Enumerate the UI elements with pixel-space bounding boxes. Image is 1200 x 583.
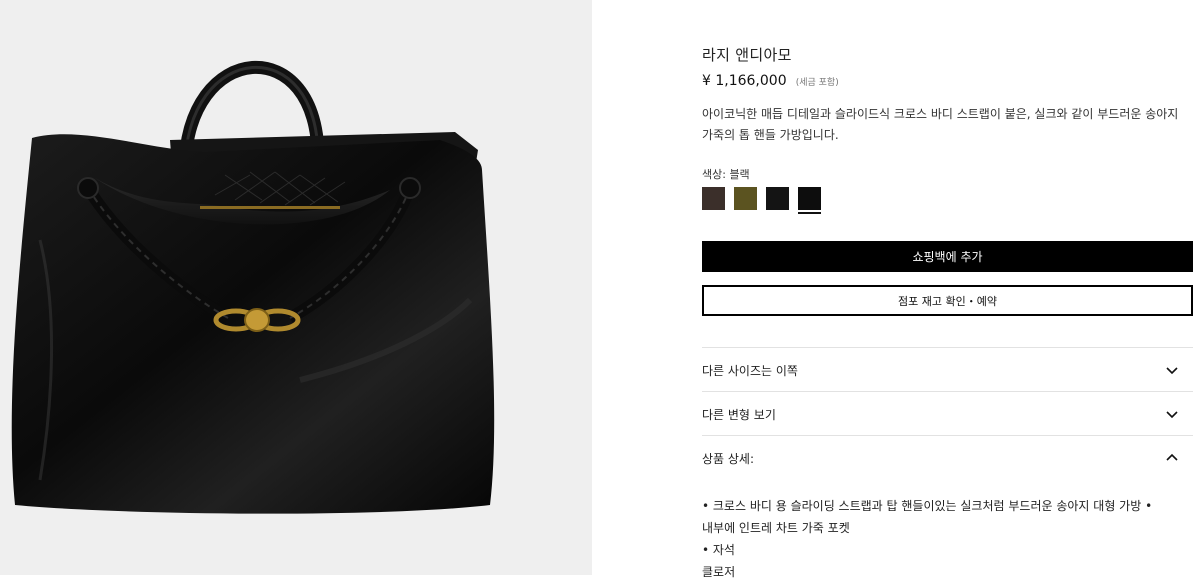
details-line: • 자석 — [702, 543, 735, 557]
product-price: ¥ 1,166,000 — [702, 73, 787, 89]
chevron-up-icon — [1166, 453, 1178, 461]
details-line: 클로저 — [702, 565, 736, 579]
product-description: 아이코닉한 매듭 디테일과 슬라이드식 크로스 바디 스트랩이 붙은, 실크와 … — [702, 107, 1179, 142]
swatch-olive[interactable] — [734, 187, 757, 210]
swatch-black[interactable] — [766, 187, 789, 210]
add-to-bag-button[interactable]: 쇼핑백에 추가 — [702, 241, 1193, 272]
swatch-black-selected[interactable] — [798, 187, 821, 214]
accordion-label: 상품 상세: — [702, 451, 755, 466]
product-title: 라지 앤디아모 — [702, 46, 792, 64]
product-image-bag — [11, 61, 495, 514]
details-line: • 크로스 바디 용 슬라이딩 스트랩과 탑 핸들이있는 실크처럼 부드러운 송… — [702, 499, 1153, 513]
details-line: 내부에 인트레 차트 가죽 포켓 — [702, 521, 850, 535]
color-label: 색상: 블랙 — [702, 168, 750, 181]
accordion-other-sizes[interactable]: 다른 사이즈는 이쪽 — [702, 347, 1193, 392]
accordion-label: 다른 변형 보기 — [702, 407, 776, 422]
accordion-product-details[interactable]: 상품 상세: — [702, 435, 1193, 480]
product-details-text: • 크로스 바디 용 슬라이딩 스트랩과 탑 핸들이있는 실크처럼 부드러운 송… — [702, 495, 1193, 583]
swatch-dark-brown[interactable] — [702, 187, 725, 210]
chevron-down-icon — [1166, 411, 1178, 419]
accordion-label: 다른 사이즈는 이쪽 — [702, 363, 798, 378]
store-stock-check-button[interactable]: 점포 재고 확인・예약 — [702, 285, 1193, 316]
tax-note: (세금 포함) — [795, 78, 839, 88]
chevron-down-icon — [1166, 367, 1178, 375]
product-image[interactable] — [0, 0, 592, 575]
color-swatches — [702, 187, 821, 214]
price-row: ¥ 1,166,000 (세금 포함) — [702, 70, 839, 89]
accordion-other-variants[interactable]: 다른 변형 보기 — [702, 391, 1193, 436]
